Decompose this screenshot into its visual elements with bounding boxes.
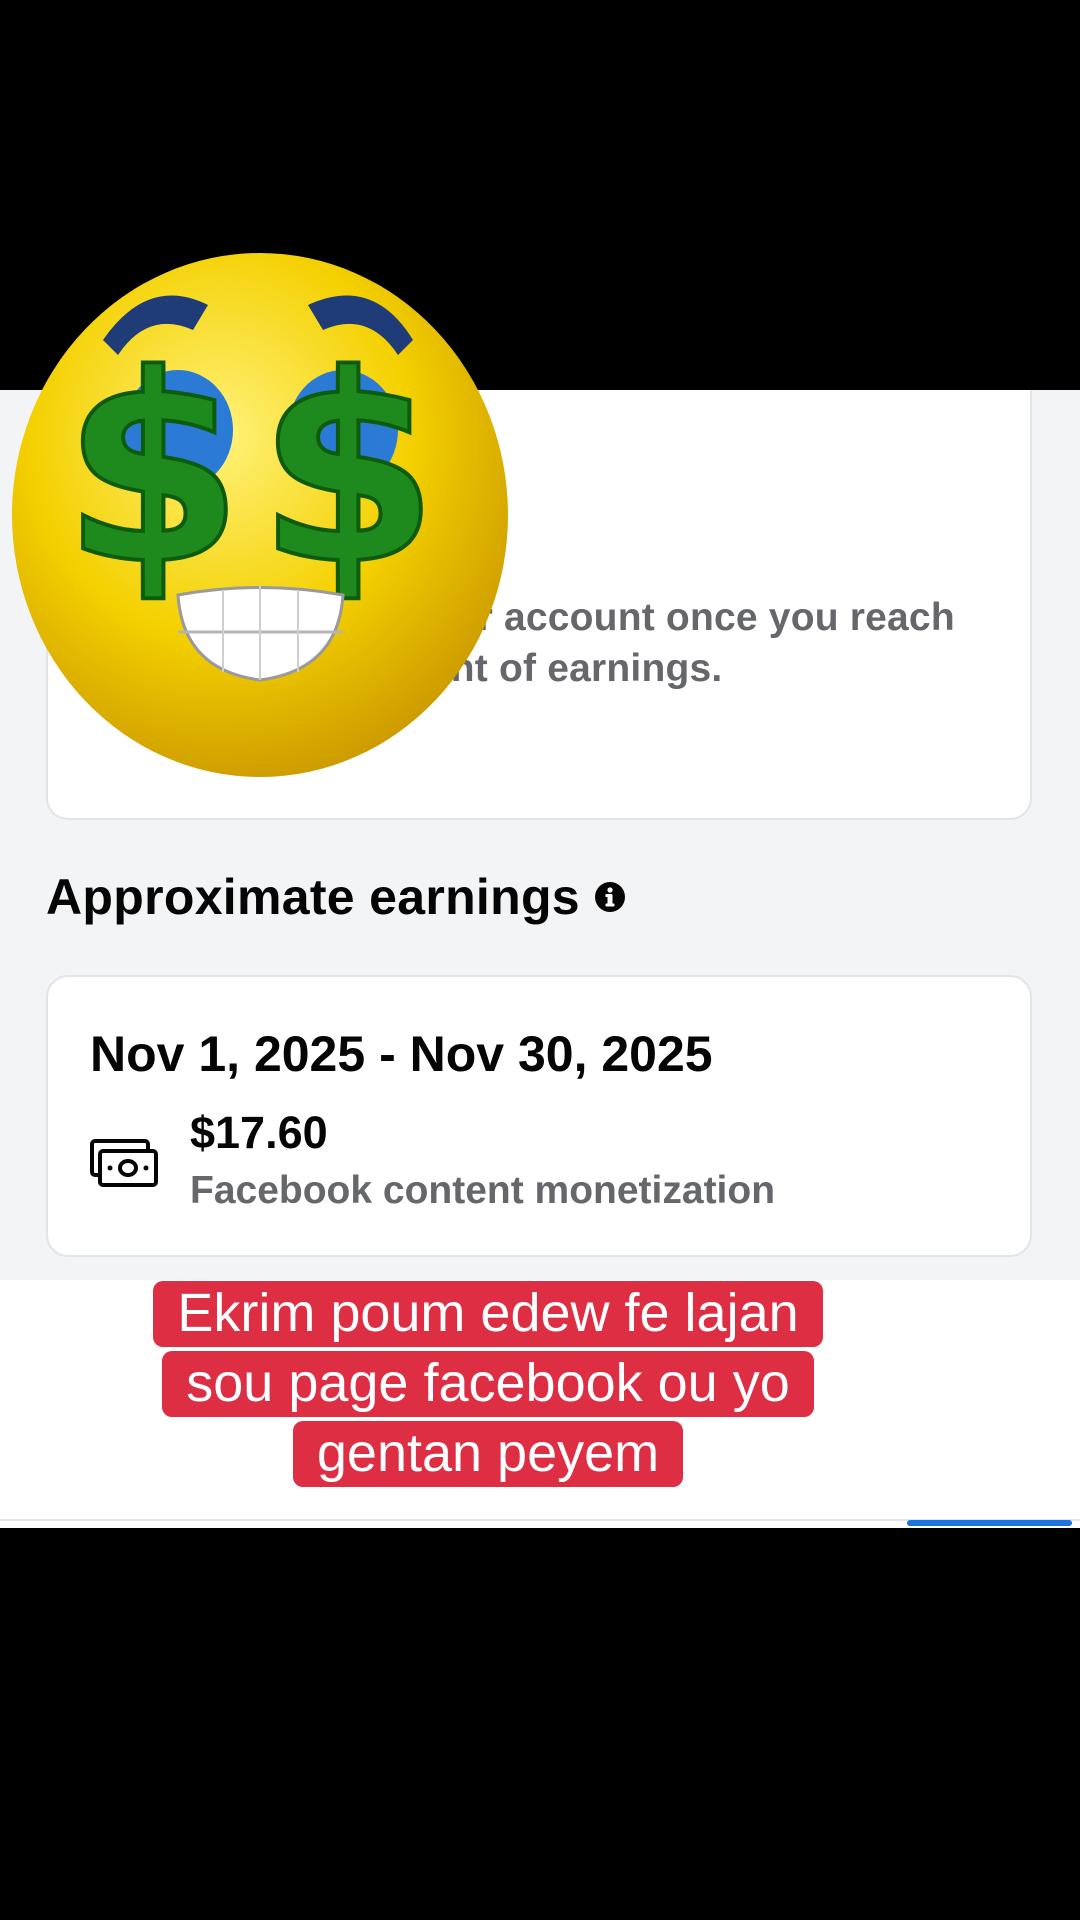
info-icon[interactable] [594,881,626,913]
caption-text: Ekrim poum edew fe lajan sou page faceboo… [153,1281,823,1487]
money-bill-icon [90,1139,158,1187]
caption-line-1: Ekrim poum edew fe lajan [177,1283,799,1343]
caption-line-2: sou page facebook ou yo [186,1353,790,1413]
earnings-amount: $17.60 [190,1107,328,1158]
svg-text:$: $ [63,320,244,622]
section-title-text: Approximate earnings [46,869,580,925]
caption-line-3: gentan peyem [316,1423,660,1483]
active-tab-indicator [907,1520,1072,1526]
earnings-card[interactable]: Nov 1, 2025 - Nov 30, 2025 $17.60 Facebo… [46,975,1032,1257]
date-range: Nov 1, 2025 - Nov 30, 2025 [90,1026,713,1082]
svg-text:$: $ [258,320,439,622]
caption-overlay: Ekrim poum edew fe lajan sou page faceboo… [120,1278,856,1488]
earnings-source: Facebook content monetization [190,1169,776,1212]
section-title: Approximate earnings [46,868,626,926]
money-eyes-emoji: $ $ [12,253,508,777]
